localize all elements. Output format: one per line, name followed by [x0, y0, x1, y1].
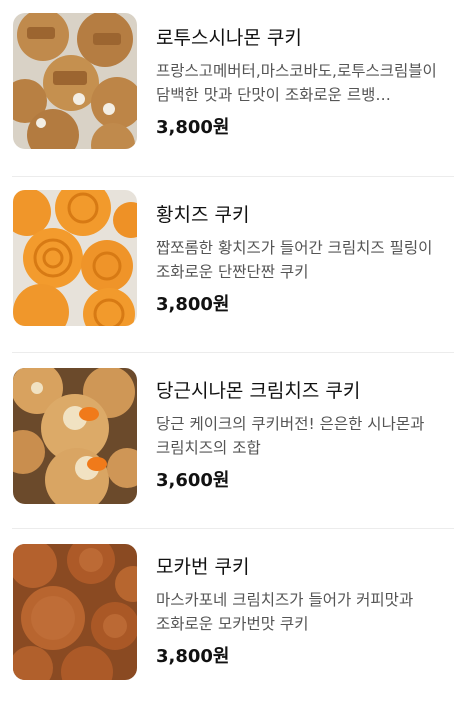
menu-item-info: 황치즈 쿠키 짭쪼롬한 황치즈가 들어간 크림치즈 필링이 조화로운 단짠단짠 …	[156, 202, 454, 316]
menu-item-info: 모카번 쿠키 마스카포네 크림치즈가 들어가 커피맛과 조화로운 모카번맛 쿠키…	[156, 554, 454, 668]
menu-item-price: 3,800원	[156, 294, 230, 315]
menu-item-name: 모카번 쿠키	[156, 556, 250, 578]
yellow-cheese-cookie-photo	[13, 190, 137, 326]
menu-item-price: 3,800원	[156, 646, 230, 667]
menu-item-price: 3,600원	[156, 470, 230, 491]
menu-item-yellow-cheese-cookie[interactable]: 황치즈 쿠키 짭쪼롬한 황치즈가 들어간 크림치즈 필링이 조화로운 단짠단짠 …	[0, 176, 466, 352]
menu-item-mocha-bun-cookie[interactable]: 모카번 쿠키 마스카포네 크림치즈가 들어가 커피맛과 조화로운 모카번맛 쿠키…	[0, 528, 466, 704]
menu-item-description: 마스카포네 크림치즈가 들어가 커피맛과 조화로운 모카번맛 쿠키	[156, 591, 414, 633]
menu-item-name: 당근시나몬 크림치즈 쿠키	[156, 380, 361, 402]
mocha-bun-cookie-photo	[13, 544, 137, 680]
lotus-cinnamon-cookie-photo	[13, 13, 137, 149]
menu-item-info: 당근시나몬 크림치즈 쿠키 당근 케이크의 쿠키버전! 은은한 시나몬과 크림치…	[156, 378, 454, 492]
menu-item-info: 로투스시나몬 쿠키 프랑스고메버터,마스코바도,로투스크림블이 담백한 맛과 단…	[156, 25, 454, 139]
menu-item-lotus-cinnamon-cookie[interactable]: 로투스시나몬 쿠키 프랑스고메버터,마스코바도,로투스크림블이 담백한 맛과 단…	[0, 0, 466, 176]
menu-list: 로투스시나몬 쿠키 프랑스고메버터,마스코바도,로투스크림블이 담백한 맛과 단…	[0, 0, 466, 693]
menu-item-description: 짭쪼롬한 황치즈가 들어간 크림치즈 필링이 조화로운 단짠단짠 쿠키	[156, 239, 433, 281]
menu-item-name: 로투스시나몬 쿠키	[156, 27, 302, 49]
carrot-cinnamon-cookie-photo	[13, 368, 137, 504]
menu-item-carrot-cinnamon-cream-cheese-cookie[interactable]: 당근시나몬 크림치즈 쿠키 당근 케이크의 쿠키버전! 은은한 시나몬과 크림치…	[0, 352, 466, 528]
menu-item-name: 황치즈 쿠키	[156, 204, 250, 226]
menu-item-description: 프랑스고메버터,마스코바도,로투스크림블이 담백한 맛과 단맛이 조화로운 르뱅…	[156, 62, 437, 104]
menu-item-price: 3,800원	[156, 117, 230, 138]
menu-item-description: 당근 케이크의 쿠키버전! 은은한 시나몬과 크림치즈의 조합	[156, 415, 425, 457]
